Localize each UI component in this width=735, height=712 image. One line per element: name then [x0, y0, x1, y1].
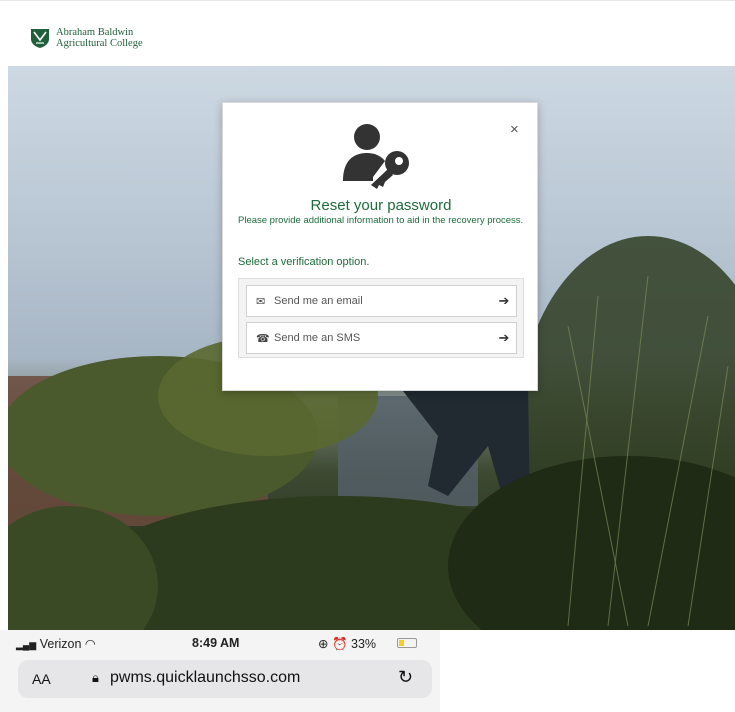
reload-icon[interactable]: ↻	[398, 667, 413, 688]
verification-prompt: Select a verification option.	[238, 256, 370, 268]
send-email-button[interactable]: ✉ Send me an email ➔	[246, 285, 517, 317]
send-sms-button[interactable]: ☎ Send me an SMS ➔	[246, 322, 517, 354]
wifi-icon: ◠	[84, 637, 96, 651]
browser-toolbar: AA 🔒︎ pwms.quicklaunchsso.com ↻	[0, 656, 440, 712]
arrow-right-icon: ➔	[498, 330, 510, 345]
envelope-icon: ✉	[256, 295, 266, 308]
address-bar[interactable]: AA 🔒︎ pwms.quicklaunchsso.com ↻	[18, 660, 432, 698]
shield-logo-icon	[31, 29, 49, 48]
battery-fill	[399, 640, 404, 646]
site-header: Abraham Baldwin Agricultural College	[0, 0, 735, 66]
college-name-line1: Abraham Baldwin	[56, 27, 134, 38]
text-size-button[interactable]: AA	[32, 671, 51, 687]
lock-icon: 🔒︎	[92, 670, 99, 685]
page: Abraham Baldwin Agricultural College × R…	[0, 0, 735, 712]
phone-icon: ☎	[256, 332, 270, 345]
college-name: Abraham Baldwin Agricultural College	[56, 27, 143, 49]
alarm-icon: ⏰	[331, 637, 348, 651]
phone-status-bar: ▂▄▆ Verizon ◠ 8:49 AM ⊕ ⏰ 33%	[0, 630, 440, 656]
send-sms-label: Send me an SMS	[274, 332, 361, 344]
location-icon: ⊕	[318, 637, 329, 651]
dialog-title: Reset your password	[310, 197, 452, 214]
user-key-icon	[343, 124, 409, 189]
reset-password-dialog: × Reset your password Please provide add…	[222, 102, 538, 391]
dialog-description: Please provide additional information to…	[238, 215, 524, 226]
send-email-label: Send me an email	[274, 295, 363, 307]
blank-area	[440, 630, 735, 712]
url-text[interactable]: pwms.quicklaunchsso.com	[110, 669, 300, 687]
college-logo[interactable]: Abraham Baldwin Agricultural College	[30, 27, 143, 49]
close-button[interactable]: ×	[510, 121, 519, 138]
carrier-label: Verizon	[39, 637, 82, 651]
clock: 8:49 AM	[192, 636, 240, 650]
arrow-right-icon: ➔	[498, 293, 510, 308]
battery-percent: 33%	[351, 637, 377, 651]
battery-icon	[397, 638, 417, 648]
status-icons: ⊕ ⏰ 33%	[318, 636, 376, 652]
college-name-line2: Agricultural College	[56, 38, 143, 49]
carrier-name: ▂▄▆ Verizon ◠	[16, 636, 96, 651]
verification-options: ✉ Send me an email ➔ ☎ Send me an SMS ➔	[238, 278, 524, 358]
signal-icon: ▂▄▆	[16, 640, 37, 650]
